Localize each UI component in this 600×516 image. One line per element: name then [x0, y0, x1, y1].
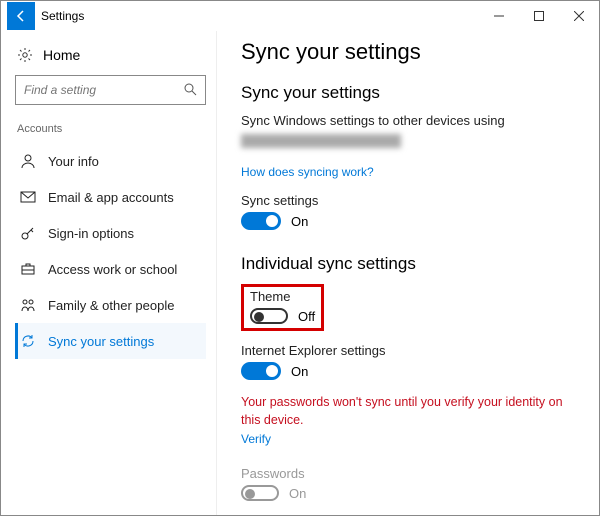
- close-button[interactable]: [559, 1, 599, 31]
- family-icon: [20, 297, 36, 313]
- back-button[interactable]: [7, 2, 35, 30]
- sidebar-item-label: Sync your settings: [48, 334, 154, 349]
- toggle-block-ie: Internet Explorer settings On: [241, 343, 575, 380]
- toggle-state: Off: [298, 309, 315, 324]
- search-icon: [183, 82, 197, 99]
- section-heading-sync: Sync your settings: [241, 83, 575, 103]
- passwords-toggle: [241, 485, 279, 501]
- account-redacted: [241, 134, 401, 148]
- content-area[interactable]: Sync your settings Sync your settings Sy…: [217, 31, 599, 515]
- search-input[interactable]: [15, 75, 206, 105]
- toggle-block-master: Sync settings On: [241, 193, 575, 230]
- email-icon: [20, 189, 36, 205]
- sidebar-item-label: Sign-in options: [48, 226, 134, 241]
- home-button[interactable]: Home: [17, 47, 206, 63]
- sidebar-item-work-school[interactable]: Access work or school: [15, 251, 206, 287]
- sidebar: Home Accounts Your info Email & app acco…: [1, 31, 217, 515]
- sidebar-item-label: Access work or school: [48, 262, 177, 277]
- toggle-label: Theme: [250, 289, 315, 304]
- sidebar-item-label: Family & other people: [48, 298, 174, 313]
- category-label: Accounts: [17, 123, 206, 135]
- sidebar-item-email-accounts[interactable]: Email & app accounts: [15, 179, 206, 215]
- gear-icon: [17, 47, 33, 63]
- titlebar: Settings: [1, 1, 599, 31]
- sidebar-item-signin-options[interactable]: Sign-in options: [15, 215, 206, 251]
- window-title: Settings: [41, 9, 84, 23]
- key-icon: [20, 225, 36, 241]
- toggle-label: Sync settings: [241, 193, 575, 208]
- section-heading-individual: Individual sync settings: [241, 254, 575, 274]
- sidebar-item-label: Email & app accounts: [48, 190, 174, 205]
- user-icon: [20, 153, 36, 169]
- sync-desc: Sync Windows settings to other devices u…: [241, 113, 575, 128]
- sync-icon: [20, 333, 36, 349]
- toggle-state: On: [291, 214, 308, 229]
- search-field[interactable]: [24, 83, 183, 97]
- toggle-label: Passwords: [241, 466, 575, 481]
- password-error: Your passwords won't sync until you veri…: [241, 394, 575, 429]
- maximize-button[interactable]: [519, 1, 559, 31]
- toggle-block-passwords: Passwords On: [241, 466, 575, 501]
- sidebar-item-sync-settings[interactable]: Sync your settings: [15, 323, 206, 359]
- minimize-button[interactable]: [479, 1, 519, 31]
- ie-toggle[interactable]: [241, 362, 281, 380]
- theme-toggle[interactable]: [250, 308, 288, 324]
- page-title: Sync your settings: [241, 39, 575, 65]
- theme-highlight: Theme Off: [241, 284, 324, 331]
- home-label: Home: [43, 47, 80, 63]
- briefcase-icon: [20, 261, 36, 277]
- help-link[interactable]: How does syncing work?: [241, 165, 374, 179]
- sync-settings-toggle[interactable]: [241, 212, 281, 230]
- toggle-state: On: [289, 486, 306, 501]
- toggle-label: Internet Explorer settings: [241, 343, 575, 358]
- toggle-state: On: [291, 364, 308, 379]
- sidebar-item-your-info[interactable]: Your info: [15, 143, 206, 179]
- verify-link[interactable]: Verify: [241, 432, 271, 446]
- sidebar-item-family[interactable]: Family & other people: [15, 287, 206, 323]
- sidebar-item-label: Your info: [48, 154, 99, 169]
